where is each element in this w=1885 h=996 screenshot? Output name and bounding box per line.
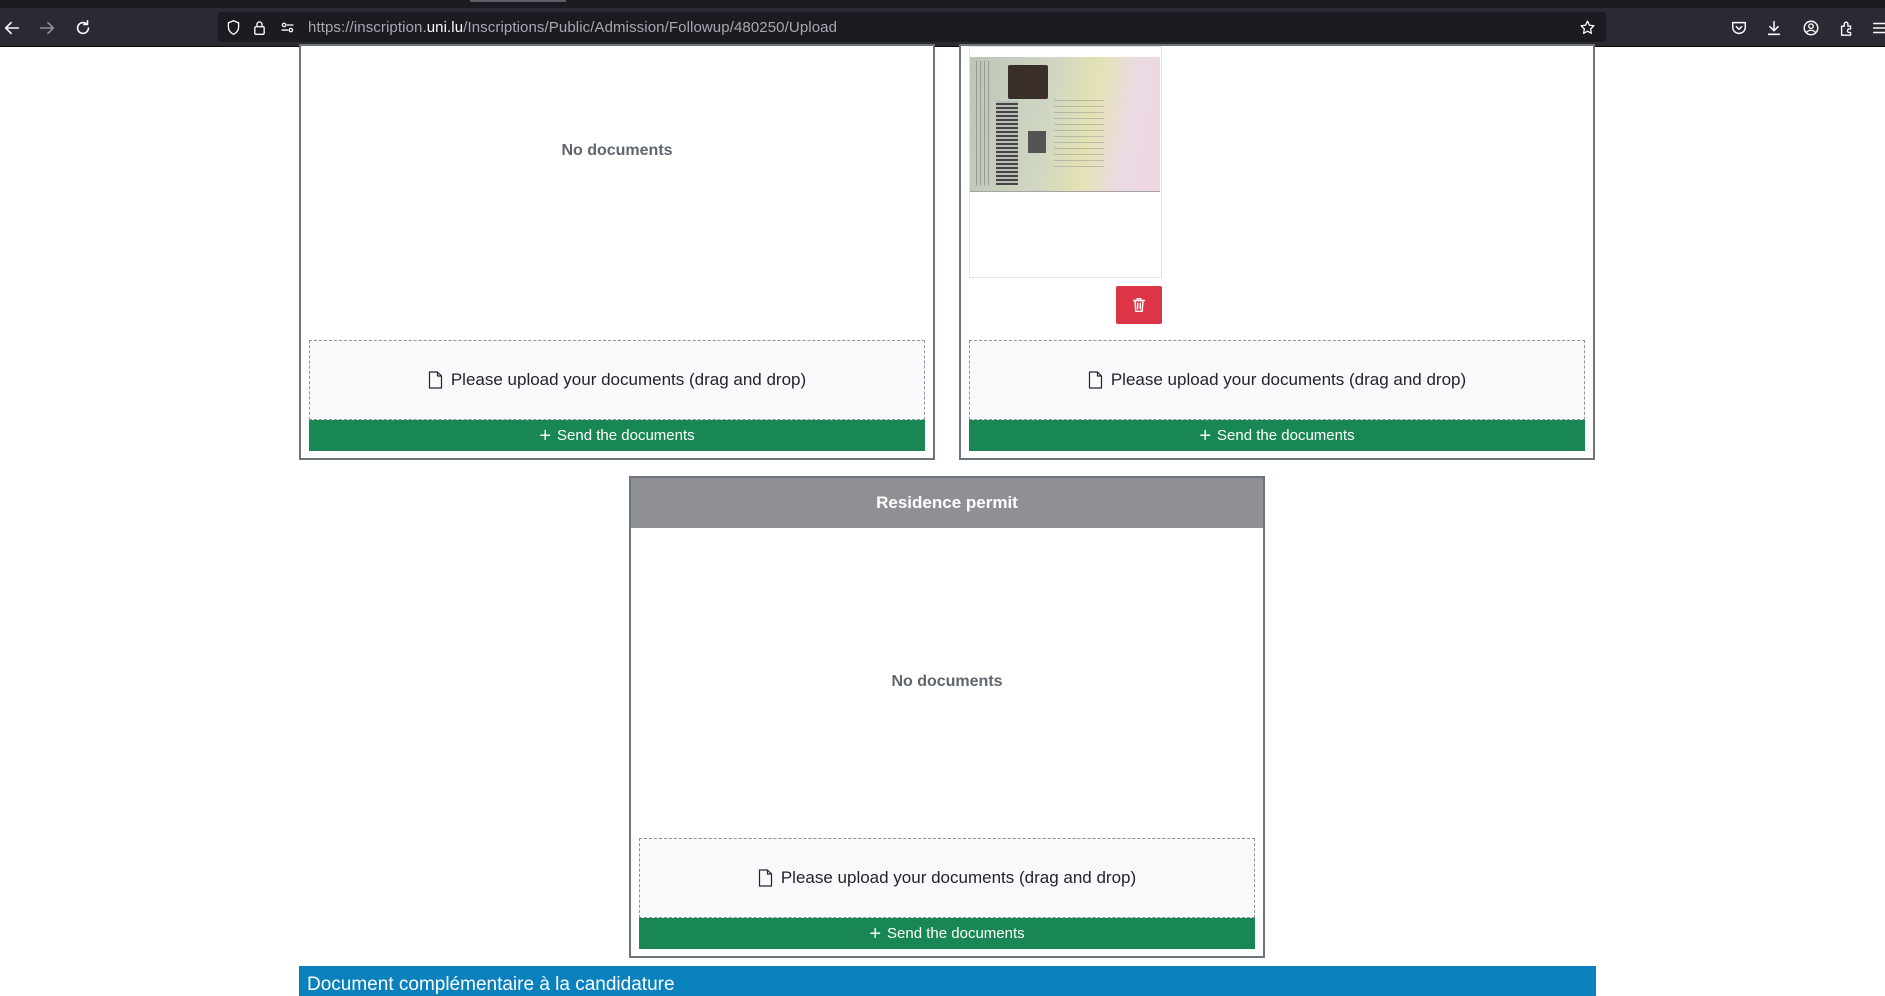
residence-permit-card: Residence permit No documents Please upl… — [629, 476, 1265, 958]
upload-card-left: No documents Please upload your document… — [299, 44, 935, 460]
dropzone-label: Please upload your documents (drag and d… — [450, 370, 807, 389]
menu-icon[interactable] — [1862, 8, 1885, 47]
send-documents-label: Send the documents — [887, 925, 1025, 942]
active-tab-indicator[interactable] — [470, 0, 566, 2]
send-documents-label: Send the documents — [1217, 427, 1355, 444]
file-icon — [428, 371, 442, 389]
upload-dropzone[interactable]: Please upload your documents (drag and d… — [309, 340, 925, 420]
url-domain: uni.lu — [426, 19, 464, 36]
account-icon[interactable] — [1793, 8, 1829, 47]
delete-document-button[interactable] — [1116, 286, 1162, 324]
upload-dropzone[interactable]: Please upload your documents (drag and d… — [639, 838, 1255, 918]
passport-scan-image — [970, 57, 1160, 192]
forward-arrow-icon[interactable] — [29, 8, 65, 47]
file-icon — [1088, 371, 1102, 389]
browser-toolbar: https://inscription.uni.lu/Inscriptions/… — [0, 8, 1885, 47]
dropzone-label: Please upload your documents (drag and d… — [780, 868, 1137, 887]
no-documents-text: No documents — [561, 142, 673, 159]
reload-icon[interactable] — [65, 8, 101, 47]
section-title: Document complémentaire à la candidature — [307, 974, 675, 995]
card-title: Residence permit — [876, 493, 1018, 512]
plus-icon: + — [539, 424, 552, 447]
shield-icon[interactable] — [224, 18, 242, 36]
permissions-icon[interactable] — [278, 18, 296, 36]
bookmark-star-icon[interactable] — [1578, 18, 1596, 36]
trash-icon — [1132, 297, 1146, 313]
pocket-icon[interactable] — [1721, 8, 1757, 47]
card-header: Residence permit — [631, 478, 1263, 528]
send-documents-label: Send the documents — [557, 427, 695, 444]
no-documents-text: No documents — [891, 673, 1003, 690]
upload-card-right: Please upload your documents (drag and d… — [959, 44, 1595, 460]
upload-dropzone[interactable]: Please upload your documents (drag and d… — [969, 340, 1585, 420]
download-icon[interactable] — [1756, 8, 1792, 47]
dropzone-label: Please upload your documents (drag and d… — [1110, 370, 1467, 389]
address-bar[interactable]: https://inscription.uni.lu/Inscriptions/… — [218, 12, 1606, 42]
browser-tab-strip — [0, 0, 1885, 8]
section-header: Document complémentaire à la candidature — [299, 966, 1596, 996]
url-text[interactable]: https://inscription.uni.lu/Inscriptions/… — [308, 19, 837, 36]
send-documents-button[interactable]: + Send the documents — [969, 420, 1585, 451]
url-path: /Inscriptions/Public/Admission/Followup/… — [463, 19, 838, 36]
back-arrow-icon[interactable] — [0, 8, 30, 47]
plus-icon: + — [869, 922, 882, 945]
url-prefix: https://inscription. — [308, 19, 427, 36]
document-thumbnail[interactable] — [969, 46, 1162, 278]
send-documents-button[interactable]: + Send the documents — [639, 918, 1255, 949]
extensions-icon[interactable] — [1829, 8, 1865, 47]
send-documents-button[interactable]: + Send the documents — [309, 420, 925, 451]
file-icon — [758, 869, 772, 887]
lock-icon[interactable] — [250, 18, 268, 36]
plus-icon: + — [1199, 424, 1212, 447]
